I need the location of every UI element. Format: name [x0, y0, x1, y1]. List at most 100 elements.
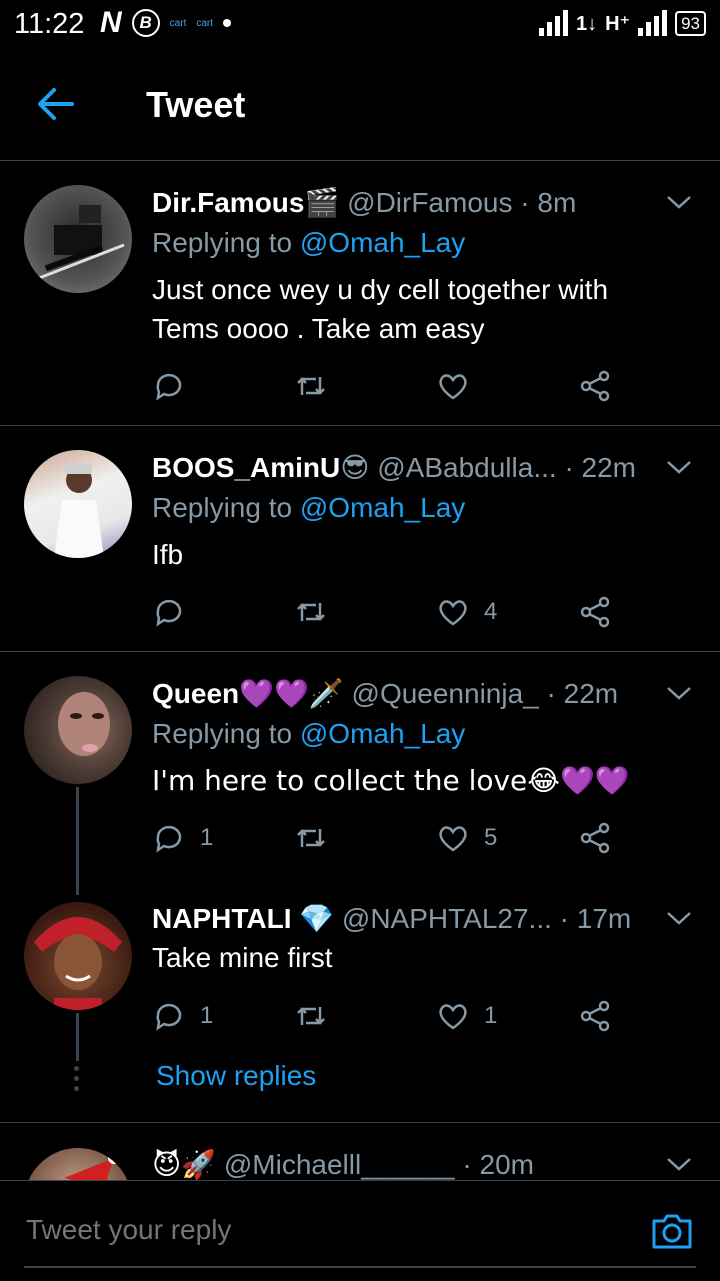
tweet-text: Just once wey u dy cell together with Te… [152, 274, 609, 344]
handle[interactable]: @Queenninja_ [352, 678, 539, 709]
person-image [34, 917, 122, 1010]
avatar[interactable] [24, 1148, 132, 1180]
display-name[interactable]: Dir.Famous [152, 187, 304, 218]
avatar[interactable] [24, 676, 132, 784]
retweet-button[interactable] [294, 818, 328, 858]
replying-to: Replying to @Omah_Lay [152, 227, 466, 258]
signal-icon [638, 10, 668, 36]
name-emoji: 💜💜🗡️ [239, 677, 344, 710]
avatar[interactable] [24, 450, 132, 558]
tweet-text: Ifb [152, 539, 184, 570]
more-thread-dots [74, 1066, 80, 1096]
avatar[interactable] [24, 902, 132, 1010]
timestamp: · 20m [462, 1149, 534, 1180]
signal-icon [538, 10, 568, 36]
like-button[interactable] [436, 366, 484, 406]
heart-icon [439, 374, 467, 400]
chevron-down-icon[interactable] [666, 457, 692, 477]
status-bar: 11:22 N B cart cart 1↓ H⁺ 93 [0, 0, 720, 48]
thread-line [76, 1013, 79, 1061]
handle[interactable]: @NAPHTAL27... [342, 903, 552, 934]
carrier-icon: cart [196, 17, 214, 29]
person-image [58, 692, 110, 756]
chevron-down-icon[interactable] [666, 908, 692, 928]
avatar[interactable] [24, 185, 132, 293]
heart-icon [439, 826, 467, 852]
handle[interactable]: @ABabdulla... [377, 452, 556, 483]
share-button[interactable] [578, 996, 612, 1036]
back-button[interactable] [36, 86, 76, 122]
display-name[interactable]: NAPHTALI [152, 903, 291, 934]
camera-button[interactable] [650, 1211, 694, 1251]
tweet-header: BOOS_AminU😎 @ABabdulla... · 22m [152, 451, 636, 484]
camera-rig-image [33, 205, 125, 282]
share-icon [580, 370, 610, 402]
like-button[interactable]: 5 [436, 818, 497, 858]
tweet-header: NAPHTALI 💎 @NAPHTAL27... · 17m [152, 902, 631, 935]
chevron-down-icon[interactable] [666, 1154, 692, 1174]
retweet-icon [297, 829, 325, 847]
like-count: 5 [484, 824, 498, 851]
reply-button[interactable] [152, 592, 200, 632]
input-underline [24, 1266, 696, 1268]
retweet-button[interactable] [294, 996, 328, 1036]
timestamp: · 17m [559, 903, 632, 934]
reply-count: 1 [200, 1002, 214, 1029]
tweet-text: Take mine first [152, 942, 333, 973]
reply-button[interactable]: 1 [152, 818, 213, 858]
network-type-icon: H⁺ [605, 13, 631, 35]
status-notification-icons: N B cart cart [100, 6, 232, 40]
handle[interactable]: @DirFamous [347, 187, 512, 218]
santa-hat-image [64, 1152, 120, 1180]
share-button[interactable] [578, 592, 612, 632]
mention-link[interactable]: @Omah_Lay [300, 492, 465, 523]
share-button[interactable] [578, 366, 612, 406]
mention-link[interactable]: @Omah_Lay [300, 718, 465, 749]
retweet-icon [297, 377, 325, 395]
tweet-header: 😈🚀 @Michaelll______ · 20m [152, 1148, 534, 1180]
reply-input[interactable] [24, 1213, 608, 1247]
tweet-actions [152, 366, 622, 406]
share-icon [580, 822, 610, 854]
tweet-header: Queen💜💜🗡️ @Queenninja_ · 22m [152, 677, 618, 710]
tweet-text: I'm here to collect the love😂💜💜 [152, 764, 630, 797]
reply-button[interactable] [152, 366, 200, 406]
retweet-icon [297, 1007, 325, 1025]
mention-link[interactable]: @Omah_Lay [300, 227, 465, 258]
retweet-button[interactable] [294, 592, 328, 632]
data-activity-icon: 1↓ [575, 13, 598, 35]
display-name[interactable]: Queen [152, 678, 239, 709]
carrier-icon: cart [169, 17, 187, 29]
name-emoji: 😎 [340, 451, 370, 484]
chevron-down-icon[interactable] [666, 192, 692, 212]
timestamp: · 22m [546, 678, 619, 709]
show-replies-link[interactable]: Show replies [156, 1060, 316, 1092]
page-title: Tweet [146, 84, 246, 125]
chevron-down-icon[interactable] [666, 683, 692, 703]
reply-icon [156, 599, 182, 627]
like-button[interactable]: 1 [436, 996, 497, 1036]
b-icon: B [131, 9, 160, 37]
replying-to: Replying to @Omah_Lay [152, 492, 466, 523]
handle[interactable]: @Michaelll______ [224, 1149, 455, 1180]
tweet-actions: 1 1 [152, 996, 622, 1036]
retweet-button[interactable] [294, 366, 328, 406]
like-button[interactable]: 4 [436, 592, 497, 632]
name-emoji: 💎 [299, 902, 335, 935]
share-button[interactable] [578, 818, 612, 858]
dot-icon [223, 19, 232, 27]
reply-button[interactable]: 1 [152, 996, 213, 1036]
reply-icon [156, 825, 182, 853]
n-icon: N [100, 6, 122, 39]
tweet-header: Dir.Famous🎬 @DirFamous · 8m [152, 186, 576, 219]
name-emoji: 🎬 [304, 186, 340, 219]
display-name[interactable]: BOOS_AminU [152, 452, 340, 483]
divider [0, 651, 720, 652]
app-header: Tweet [0, 48, 720, 161]
display-name[interactable]: 😈🚀 [152, 1148, 216, 1180]
status-time: 11:22 [14, 8, 85, 40]
heart-icon [439, 600, 467, 626]
status-system-icons: 1↓ H⁺ 93 [538, 10, 706, 36]
battery-icon: 93 [675, 11, 706, 36]
like-count: 1 [484, 1002, 498, 1029]
